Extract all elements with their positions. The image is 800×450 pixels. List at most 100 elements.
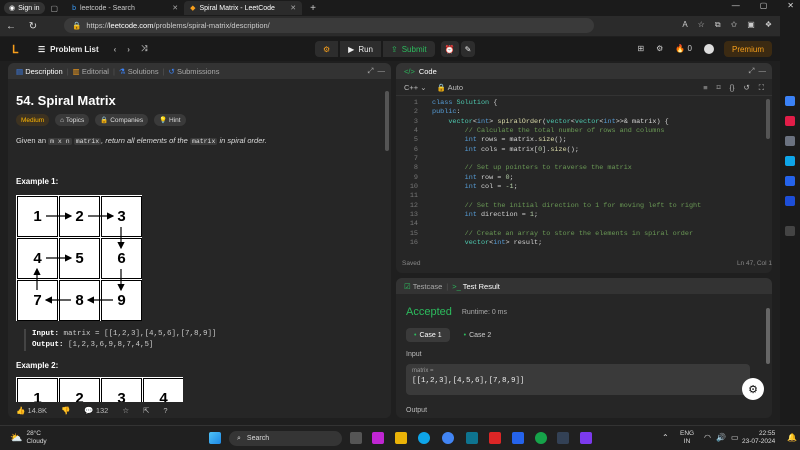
code-editor[interactable]: 1 class Solution {2 public: 3 vector<int> s…: [404, 99, 701, 249]
expand-icon[interactable]: ⤢: [748, 66, 754, 75]
share-icon[interactable]: ⇱: [143, 406, 149, 415]
close-window-icon[interactable]: ✕: [787, 1, 794, 10]
app-icon[interactable]: [557, 432, 569, 444]
sidebar-games-icon[interactable]: [785, 136, 795, 146]
bookmark-icon[interactable]: ⌑: [717, 83, 721, 93]
avatar[interactable]: [704, 44, 714, 54]
like-button[interactable]: 👍 14.8K: [16, 406, 47, 415]
hint-tag[interactable]: 💡 Hint: [154, 114, 186, 126]
teams-icon[interactable]: [372, 432, 384, 444]
code-text: int col = -1;: [464, 183, 518, 192]
chrome-icon[interactable]: [442, 432, 454, 444]
reset-icon[interactable]: ↺: [743, 83, 749, 93]
clock[interactable]: 22:55 23-07-2024: [742, 430, 775, 446]
run-button[interactable]: ▶ Run: [340, 41, 382, 57]
maximize-icon[interactable]: ▢: [760, 1, 768, 10]
sidebar-search-icon[interactable]: [785, 96, 795, 106]
topics-tag[interactable]: ⌂ Topics: [55, 114, 90, 126]
streak-counter[interactable]: 🔥 0: [675, 44, 692, 54]
file-explorer-icon[interactable]: [395, 432, 407, 444]
premium-button[interactable]: Premium: [723, 41, 772, 57]
tab-actions-icon[interactable]: ▢: [51, 4, 59, 13]
photos-icon[interactable]: [466, 432, 478, 444]
next-problem-icon[interactable]: ›: [127, 45, 130, 54]
expand-icon[interactable]: ⤢: [367, 66, 373, 75]
case-1-tab[interactable]: • Case 1: [406, 328, 450, 342]
companies-tag[interactable]: 🔒 Companies: [95, 114, 149, 126]
submit-button[interactable]: ⇪ Submit: [383, 41, 435, 57]
fullscreen-icon[interactable]: ⛶: [759, 83, 764, 93]
sidebar-add-icon[interactable]: [785, 226, 795, 236]
task-view-icon[interactable]: [350, 432, 362, 444]
submit-label: Submit: [401, 44, 427, 54]
whatsapp-icon[interactable]: [535, 432, 547, 444]
help-icon[interactable]: ?: [163, 406, 167, 415]
like-count: 14.8K: [27, 405, 48, 415]
copilot-icon[interactable]: ❖: [765, 20, 772, 30]
dislike-icon[interactable]: 👎: [61, 406, 70, 415]
weather-widget[interactable]: ⛅ 28°C Cloudy: [10, 430, 47, 446]
show-hidden-icons[interactable]: ⌃: [662, 433, 669, 442]
debug-button[interactable]: ⚙: [315, 41, 339, 57]
tab-solutions[interactable]: ⚗ Solutions: [119, 67, 159, 76]
comments-button[interactable]: 💬 132: [84, 406, 108, 415]
taskbar-search[interactable]: ⌕ Search: [229, 431, 342, 446]
tab-description[interactable]: ▤ Description: [16, 67, 63, 76]
back-icon[interactable]: ←: [0, 21, 22, 32]
favorite-star-icon[interactable]: ☆: [122, 406, 129, 415]
notes-button[interactable]: ✎: [460, 41, 476, 57]
case-2-tab[interactable]: • Case 2: [456, 328, 500, 342]
system-tray[interactable]: ◠ 🔊 ▭: [704, 433, 739, 442]
timer-button[interactable]: ⏰: [440, 41, 459, 57]
windows-start-icon[interactable]: [209, 432, 221, 444]
tab-test-result[interactable]: >_ Test Result: [452, 282, 500, 291]
read-aloud-icon[interactable]: A: [682, 20, 687, 30]
leetcode-logo-icon[interactable]: ᒪ: [12, 43, 24, 56]
tab-editorial[interactable]: ▥ Editorial: [73, 67, 109, 76]
sidebar-office-icon[interactable]: [785, 176, 795, 186]
ai-assistant-icon[interactable]: ⚙: [742, 378, 764, 400]
sign-in-button[interactable]: ◉ Sign in: [4, 2, 45, 14]
problem-list-button[interactable]: ☰ Problem List ‹ › ⤨: [38, 44, 147, 54]
test-panel: ☑ Testcase | >_ Test Result Accepted Run…: [396, 278, 772, 418]
minimize-panel-icon[interactable]: —: [759, 66, 767, 75]
notifications-icon[interactable]: 🔔: [787, 433, 797, 442]
language-indicator[interactable]: ENG IN: [680, 430, 694, 446]
extensions-icon[interactable]: ⧉: [715, 20, 721, 30]
tab-submissions[interactable]: ↺ Submissions: [169, 67, 220, 76]
minimize-panel-icon[interactable]: —: [378, 66, 386, 75]
close-tab-icon[interactable]: ✕: [290, 4, 296, 12]
vscode-icon[interactable]: [512, 432, 524, 444]
url-field[interactable]: 🔒 https://leetcode.com/problems/spiral-m…: [64, 18, 594, 33]
format-icon[interactable]: ≡: [703, 83, 707, 93]
prev-problem-icon[interactable]: ‹: [114, 45, 117, 54]
sidebar-outlook-icon[interactable]: [785, 156, 795, 166]
weather-text: 28°C Cloudy: [26, 430, 46, 446]
app-icon[interactable]: [580, 432, 592, 444]
edge-icon[interactable]: [418, 432, 430, 444]
language-select[interactable]: C++ ⌄: [404, 83, 427, 92]
tab-spiral-matrix[interactable]: ◆ Spiral Matrix - LeetCode ✕: [184, 1, 303, 15]
sidebar-drop-icon[interactable]: [785, 196, 795, 206]
new-tab-icon[interactable]: +: [310, 3, 316, 14]
auto-mode[interactable]: 🔒 Auto: [437, 83, 463, 92]
input-label: Input:: [32, 330, 60, 338]
layout-icon[interactable]: ⊞: [637, 44, 644, 54]
description-scrollbar[interactable]: [385, 91, 389, 151]
test-scrollbar[interactable]: [766, 308, 770, 364]
tab-search[interactable]: b leetcode - Search ✕: [66, 1, 184, 15]
mail-icon[interactable]: [489, 432, 501, 444]
refresh-icon[interactable]: ↻: [22, 21, 44, 32]
favorites-icon[interactable]: ✩: [731, 20, 738, 30]
settings-icon[interactable]: ⚙: [656, 44, 663, 54]
close-tab-icon[interactable]: ✕: [172, 4, 178, 12]
star-icon[interactable]: ☆: [698, 20, 705, 30]
tab-testcase[interactable]: ☑ Testcase: [404, 282, 442, 291]
difficulty-badge[interactable]: Medium: [16, 114, 50, 126]
braces-icon[interactable]: {}: [729, 83, 734, 93]
sidebar-tools-icon[interactable]: [785, 116, 795, 126]
code-scrollbar[interactable]: [766, 99, 770, 139]
shuffle-icon[interactable]: ⤨: [141, 44, 147, 54]
minimize-icon[interactable]: —: [732, 1, 740, 10]
collections-icon[interactable]: ▣: [747, 20, 755, 30]
